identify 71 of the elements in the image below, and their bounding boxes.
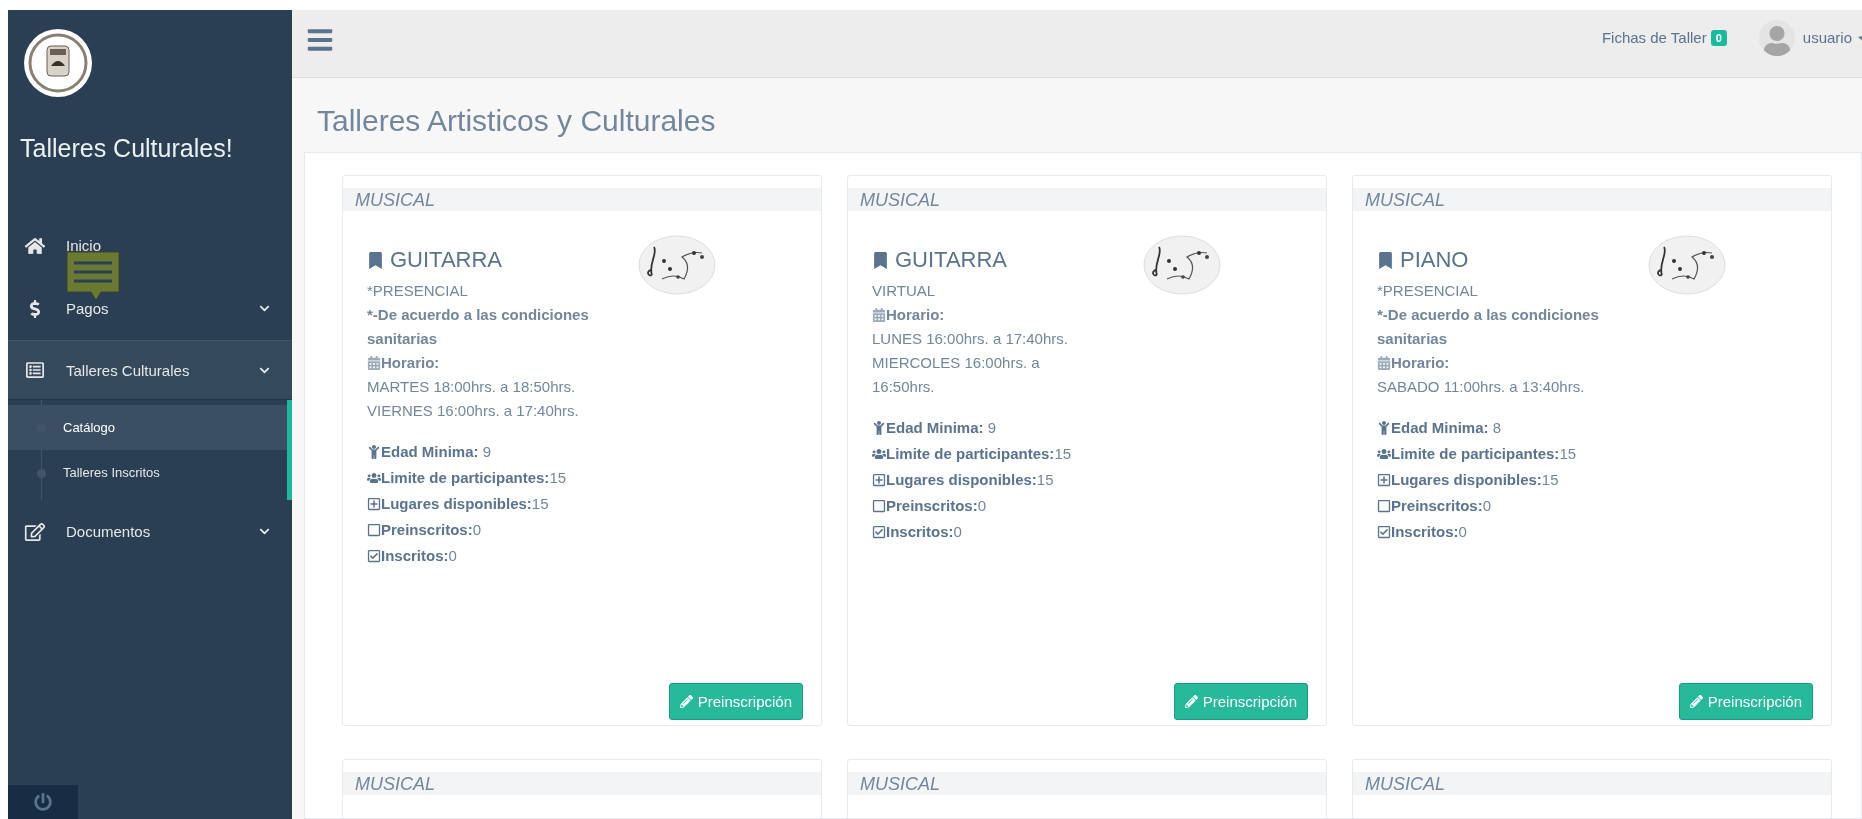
stat-text: Preinscritos:0 bbox=[1391, 496, 1492, 516]
note-text: *-De acuerdo a las condiciones sanitarias bbox=[367, 305, 590, 349]
users-icon bbox=[367, 471, 381, 485]
sidebar-brand: Talleres Culturales! bbox=[19, 133, 234, 164]
category-header: MUSICAL bbox=[1353, 188, 1831, 211]
stat-text: Limite de participantes:15 bbox=[1391, 444, 1577, 464]
sidebar-item[interactable]: Inicio bbox=[8, 214, 292, 277]
fichas-link[interactable]: Fichas de Taller 0 bbox=[1601, 29, 1727, 46]
pencil-icon bbox=[1184, 695, 1198, 708]
page-title: Talleres Artisticos y Culturales bbox=[316, 103, 717, 139]
schedule-text: MIERCOLES 16:00hrs. a 16:50hrs. bbox=[872, 353, 1041, 397]
power-icon bbox=[34, 793, 52, 811]
submenu-item[interactable]: Catálogo bbox=[8, 405, 287, 450]
workshop-title: PIANO bbox=[1400, 247, 1469, 273]
chevron-down-icon bbox=[259, 526, 270, 537]
stat-text: Lugares disponibles:15 bbox=[381, 494, 549, 514]
schedule-label: Horario: bbox=[886, 305, 945, 325]
sidebar-item[interactable]: Documentos bbox=[8, 500, 292, 563]
child-icon bbox=[872, 421, 886, 435]
stat-text: Edad Minima: 9 bbox=[381, 442, 492, 462]
schedule-text: VIERNES 16:00hrs. a 17:40hrs. bbox=[367, 401, 580, 421]
stat-text: Limite de participantes:15 bbox=[381, 468, 567, 488]
schedule-label: Horario: bbox=[381, 353, 440, 373]
schedule-text: MARTES 18:00hrs. a 18:50hrs. bbox=[367, 377, 577, 397]
stat-text: Lugares disponibles:15 bbox=[886, 470, 1054, 490]
stat-text: Lugares disponibles:15 bbox=[1391, 470, 1559, 490]
chevron-down-icon bbox=[259, 303, 270, 314]
pencil-icon bbox=[679, 695, 693, 708]
sidebar-item[interactable]: Talleres Culturales bbox=[8, 340, 292, 400]
edit-icon bbox=[24, 522, 46, 541]
stat-text: Limite de participantes:15 bbox=[886, 444, 1072, 464]
user-menu[interactable]: usuario bbox=[1802, 29, 1862, 46]
child-icon bbox=[1377, 421, 1391, 435]
workshop-title: GUITARRA bbox=[390, 247, 503, 273]
modality-text: VIRTUAL bbox=[872, 281, 937, 301]
sidebar-item[interactable]: Pagos bbox=[8, 277, 292, 340]
seal-logo bbox=[23, 28, 93, 98]
stat-text: Preinscritos:0 bbox=[381, 520, 482, 540]
category-header: MUSICAL bbox=[343, 188, 821, 211]
schedule-text: SABADO 11:00hrs. a 13:40hrs. bbox=[1377, 377, 1586, 397]
stat-text: Inscritos:0 bbox=[381, 546, 457, 566]
home-icon bbox=[24, 236, 46, 255]
count-badge: 0 bbox=[1710, 29, 1727, 46]
users-icon bbox=[872, 447, 886, 461]
bookmark-icon bbox=[1377, 251, 1394, 269]
calendar-icon bbox=[872, 308, 886, 322]
category-header: MUSICAL bbox=[1353, 772, 1831, 795]
stat-text: Edad Minima: 9 bbox=[886, 418, 997, 438]
users-icon bbox=[1377, 447, 1391, 461]
category-header: MUSICAL bbox=[848, 772, 1326, 795]
power-button[interactable] bbox=[8, 785, 78, 819]
stat-text: Edad Minima: 8 bbox=[1391, 418, 1502, 438]
modality-text: *PRESENCIAL bbox=[367, 281, 469, 301]
category-header: MUSICAL bbox=[848, 188, 1326, 211]
calendar-icon bbox=[367, 356, 381, 370]
child-icon bbox=[367, 445, 381, 459]
stat-text: Inscritos:0 bbox=[886, 522, 962, 542]
workshop-title: GUITARRA bbox=[895, 247, 1008, 273]
submenu-item[interactable]: Talleres Inscritos bbox=[8, 450, 287, 495]
bookmark-icon bbox=[872, 251, 889, 269]
schedule-text: LUNES 16:00hrs. a 17:40hrs. bbox=[872, 329, 1069, 349]
schedule-label: Horario: bbox=[1391, 353, 1450, 373]
modality-text: *PRESENCIAL bbox=[1377, 281, 1479, 301]
bookmark-icon bbox=[367, 251, 384, 269]
pencil-icon bbox=[1689, 695, 1703, 708]
category-header: MUSICAL bbox=[343, 772, 821, 795]
list-icon bbox=[24, 361, 46, 379]
calendar-icon bbox=[1377, 356, 1391, 370]
stat-text: Preinscritos:0 bbox=[886, 496, 987, 516]
stat-text: Inscritos:0 bbox=[1391, 522, 1467, 542]
note-text: *-De acuerdo a las condiciones sanitarias bbox=[1377, 305, 1600, 349]
